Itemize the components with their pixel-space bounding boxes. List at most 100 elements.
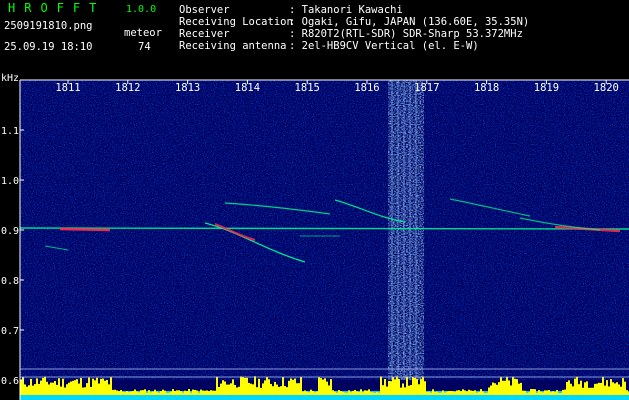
level-bar xyxy=(122,391,124,395)
level-bar xyxy=(302,391,304,395)
level-bar xyxy=(210,390,212,395)
level-bar xyxy=(396,376,398,395)
level-bar xyxy=(330,379,332,395)
level-bar xyxy=(146,392,148,395)
level-bar xyxy=(452,391,454,395)
plot-area xyxy=(19,80,629,400)
y-axis-unit: kHz xyxy=(1,73,20,84)
level-bar xyxy=(606,380,608,395)
level-bar xyxy=(318,377,320,395)
level-bar xyxy=(362,392,364,395)
level-bar xyxy=(298,383,300,395)
level-bar xyxy=(150,392,152,395)
level-bar xyxy=(480,389,482,395)
level-bar xyxy=(596,383,598,395)
level-bar xyxy=(508,380,510,395)
level-bar xyxy=(290,378,292,395)
level-bar xyxy=(614,383,616,395)
level-bar xyxy=(266,376,268,395)
level-bar xyxy=(464,390,466,395)
level-bar xyxy=(478,392,480,395)
level-bar xyxy=(552,391,554,395)
level-bar xyxy=(172,389,174,395)
level-bar xyxy=(334,391,336,395)
level-bar xyxy=(46,381,48,395)
level-bar xyxy=(264,380,266,395)
level-bar xyxy=(588,387,590,395)
spectrogram-noise xyxy=(20,80,629,380)
level-bar xyxy=(368,389,370,395)
level-bar xyxy=(404,387,406,395)
level-bar xyxy=(242,377,244,395)
level-bar xyxy=(398,379,400,395)
level-bar xyxy=(530,389,532,395)
level-bar xyxy=(104,380,106,395)
level-bar xyxy=(342,391,344,395)
level-bar xyxy=(358,392,360,395)
level-bar xyxy=(70,381,72,395)
level-bar xyxy=(158,392,160,395)
level-bar xyxy=(282,377,284,395)
level-bar xyxy=(618,384,620,395)
meteor-echo-trace xyxy=(59,227,111,232)
level-bar xyxy=(230,383,232,395)
level-bar xyxy=(220,383,222,395)
level-bar xyxy=(494,383,496,395)
level-bar xyxy=(248,382,250,395)
level-bar xyxy=(602,376,604,395)
level-bar xyxy=(450,390,452,395)
level-bar xyxy=(258,378,260,395)
level-bar xyxy=(60,386,62,395)
level-bar xyxy=(526,392,528,395)
level-bar xyxy=(200,389,202,395)
level-bar xyxy=(162,389,164,395)
level-bar xyxy=(514,378,516,395)
level-bar xyxy=(72,380,74,395)
level-bar xyxy=(186,391,188,395)
level-bar xyxy=(348,390,350,395)
level-bar xyxy=(446,391,448,395)
level-bar xyxy=(48,384,50,395)
level-bar xyxy=(584,382,586,395)
level-bar xyxy=(562,389,564,395)
level-bar xyxy=(598,382,600,395)
level-bar xyxy=(376,392,378,395)
level-bar xyxy=(218,387,220,395)
level-bar xyxy=(438,392,440,395)
level-bar xyxy=(538,390,540,395)
level-bar xyxy=(622,378,624,395)
level-bar xyxy=(322,379,324,395)
level-bar xyxy=(382,385,384,395)
level-bar xyxy=(286,387,288,395)
level-bar xyxy=(272,386,274,395)
level-bar xyxy=(510,385,512,395)
level-bar xyxy=(226,384,228,395)
level-bar xyxy=(558,392,560,395)
level-bar xyxy=(336,392,338,395)
level-bar xyxy=(44,376,46,395)
level-bar xyxy=(164,390,166,395)
level-bar xyxy=(456,390,458,395)
level-bar xyxy=(62,378,64,395)
level-bar xyxy=(24,384,26,395)
level-bar xyxy=(34,384,36,395)
level-bar xyxy=(316,391,318,395)
level-bar xyxy=(522,390,524,395)
level-bar xyxy=(190,392,192,395)
level-bar xyxy=(560,392,562,395)
level-bar xyxy=(520,382,522,395)
level-bar xyxy=(436,391,438,395)
level-bar xyxy=(216,376,218,395)
level-bar xyxy=(384,379,386,395)
level-bar xyxy=(152,391,154,395)
level-bar xyxy=(76,379,78,395)
level-bar xyxy=(616,382,618,395)
level-bar xyxy=(238,386,240,395)
level-bar xyxy=(126,390,128,395)
level-bar xyxy=(388,380,390,395)
level-bar xyxy=(500,377,502,395)
level-bar xyxy=(128,392,130,395)
level-bar xyxy=(98,383,100,395)
level-bar xyxy=(28,385,30,395)
level-bar xyxy=(308,392,310,395)
